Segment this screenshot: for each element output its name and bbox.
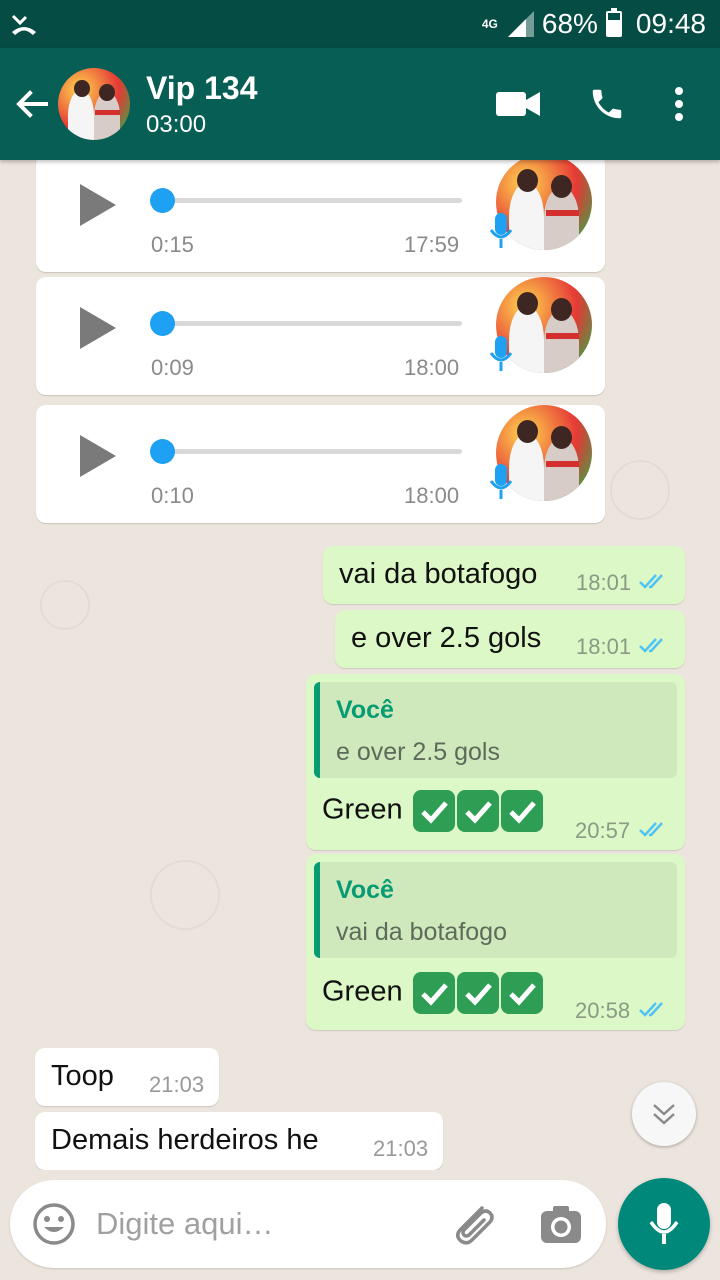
outgoing-message[interactable]: e over 2.5 gols 18:01 xyxy=(335,610,685,668)
message-time: 18:01 xyxy=(576,570,632,595)
check-mark-emoji-icon xyxy=(500,790,543,832)
outgoing-message[interactable]: vai da botafogo 18:01 xyxy=(323,546,685,604)
message-time: 20:58 xyxy=(575,998,631,1023)
message-time: 17:59 xyxy=(404,232,460,257)
read-receipt-icon xyxy=(639,574,663,589)
status-bar: 4G 68% 09:48 xyxy=(0,0,720,48)
check-mark-emoji-icon xyxy=(500,972,543,1014)
more-vert-icon[interactable] xyxy=(674,86,684,122)
status-left xyxy=(10,12,38,36)
play-icon[interactable] xyxy=(78,305,118,351)
message-time: 18:01 xyxy=(576,634,632,659)
quoted-text: vai da botafogo xyxy=(336,918,507,946)
contact-status: 03:00 xyxy=(146,110,207,138)
quoted-text: e over 2.5 gols xyxy=(336,738,500,766)
incoming-message[interactable]: Demais herdeiros he 21:03 xyxy=(35,1112,443,1170)
voice-duration: 0:15 xyxy=(151,232,194,257)
scroll-to-bottom-button[interactable] xyxy=(632,1082,696,1146)
voice-progress-knob[interactable] xyxy=(150,439,175,464)
play-icon[interactable] xyxy=(78,433,118,479)
message-text: Toop xyxy=(51,1060,114,1092)
emoji-icon[interactable] xyxy=(32,1202,76,1246)
missed-call-icon xyxy=(11,14,36,35)
voice-message[interactable]: 0:09 18:00 xyxy=(36,277,605,395)
message-text: Green xyxy=(322,972,543,1014)
paperclip-icon[interactable] xyxy=(450,1202,496,1246)
arrow-left-icon xyxy=(16,90,48,118)
double-chevron-down-icon xyxy=(653,1104,675,1125)
signal-icon xyxy=(507,11,534,37)
reply-message[interactable]: Você vai da botafogo Green 20:58 xyxy=(306,854,685,1030)
battery-icon xyxy=(605,8,622,37)
message-time: 18:00 xyxy=(404,483,460,508)
status-time: 09:48 xyxy=(635,8,706,39)
play-icon[interactable] xyxy=(78,182,118,228)
incoming-message[interactable]: Toop 21:03 xyxy=(35,1048,219,1106)
read-receipt-icon xyxy=(639,822,663,837)
check-mark-emoji-icon xyxy=(456,972,499,1014)
phone-icon[interactable] xyxy=(588,85,626,123)
mic-icon xyxy=(649,1203,679,1244)
quoted-author: Você xyxy=(336,876,394,904)
back-button[interactable] xyxy=(6,48,58,160)
message-time: 18:00 xyxy=(404,355,460,380)
message-time: 21:03 xyxy=(149,1072,205,1097)
quoted-message[interactable]: Você vai da botafogo xyxy=(314,862,677,958)
status-right: 4G 68% 09:48 xyxy=(482,8,706,40)
voice-duration: 0:09 xyxy=(151,355,194,380)
check-mark-emoji-icon xyxy=(412,790,455,832)
message-text: e over 2.5 gols xyxy=(351,622,542,654)
battery-percent: 68% xyxy=(541,8,598,39)
message-text: Green xyxy=(322,790,543,832)
message-text: vai da botafogo xyxy=(339,558,538,590)
read-receipt-icon xyxy=(639,1002,663,1017)
message-time: 20:57 xyxy=(575,818,631,843)
mic-icon xyxy=(489,336,513,371)
reply-message[interactable]: Você e over 2.5 gols Green 20:57 xyxy=(306,674,685,850)
voice-record-button[interactable] xyxy=(618,1178,710,1270)
voice-message[interactable]: 0:10 18:00 xyxy=(36,405,605,523)
contact-info[interactable]: Vip 134 03:00 xyxy=(146,70,496,139)
check-mark-emoji-icon xyxy=(412,972,455,1014)
voice-progress-knob[interactable] xyxy=(150,188,175,213)
voice-message[interactable]: 0:15 17:59 xyxy=(36,160,605,272)
check-mark-emoji-icon xyxy=(456,790,499,832)
voice-progress-track[interactable] xyxy=(162,449,462,454)
avatar[interactable] xyxy=(58,68,130,140)
voice-progress-track[interactable] xyxy=(162,198,462,203)
voice-progress-track[interactable] xyxy=(162,321,462,326)
voice-progress-knob[interactable] xyxy=(150,311,175,336)
message-time: 21:03 xyxy=(373,1136,429,1161)
camera-icon[interactable] xyxy=(540,1206,582,1244)
quoted-author: Você xyxy=(336,696,394,724)
chat-header: Vip 134 03:00 xyxy=(0,48,720,160)
mic-icon xyxy=(489,464,513,499)
message-composer xyxy=(10,1180,606,1268)
message-text: Demais herdeiros he xyxy=(51,1124,319,1156)
network-type: 4G xyxy=(481,17,498,31)
chat-area[interactable]: 0:15 17:59 0:09 18:00 0:10 18:00 vai da … xyxy=(0,160,720,1170)
message-input[interactable] xyxy=(96,1200,426,1248)
video-call-icon[interactable] xyxy=(496,90,540,118)
header-actions xyxy=(496,85,684,123)
quoted-message[interactable]: Você e over 2.5 gols xyxy=(314,682,677,778)
read-receipt-icon xyxy=(639,638,663,653)
voice-duration: 0:10 xyxy=(151,483,194,508)
contact-name: Vip 134 xyxy=(146,69,258,106)
mic-icon xyxy=(489,213,513,248)
